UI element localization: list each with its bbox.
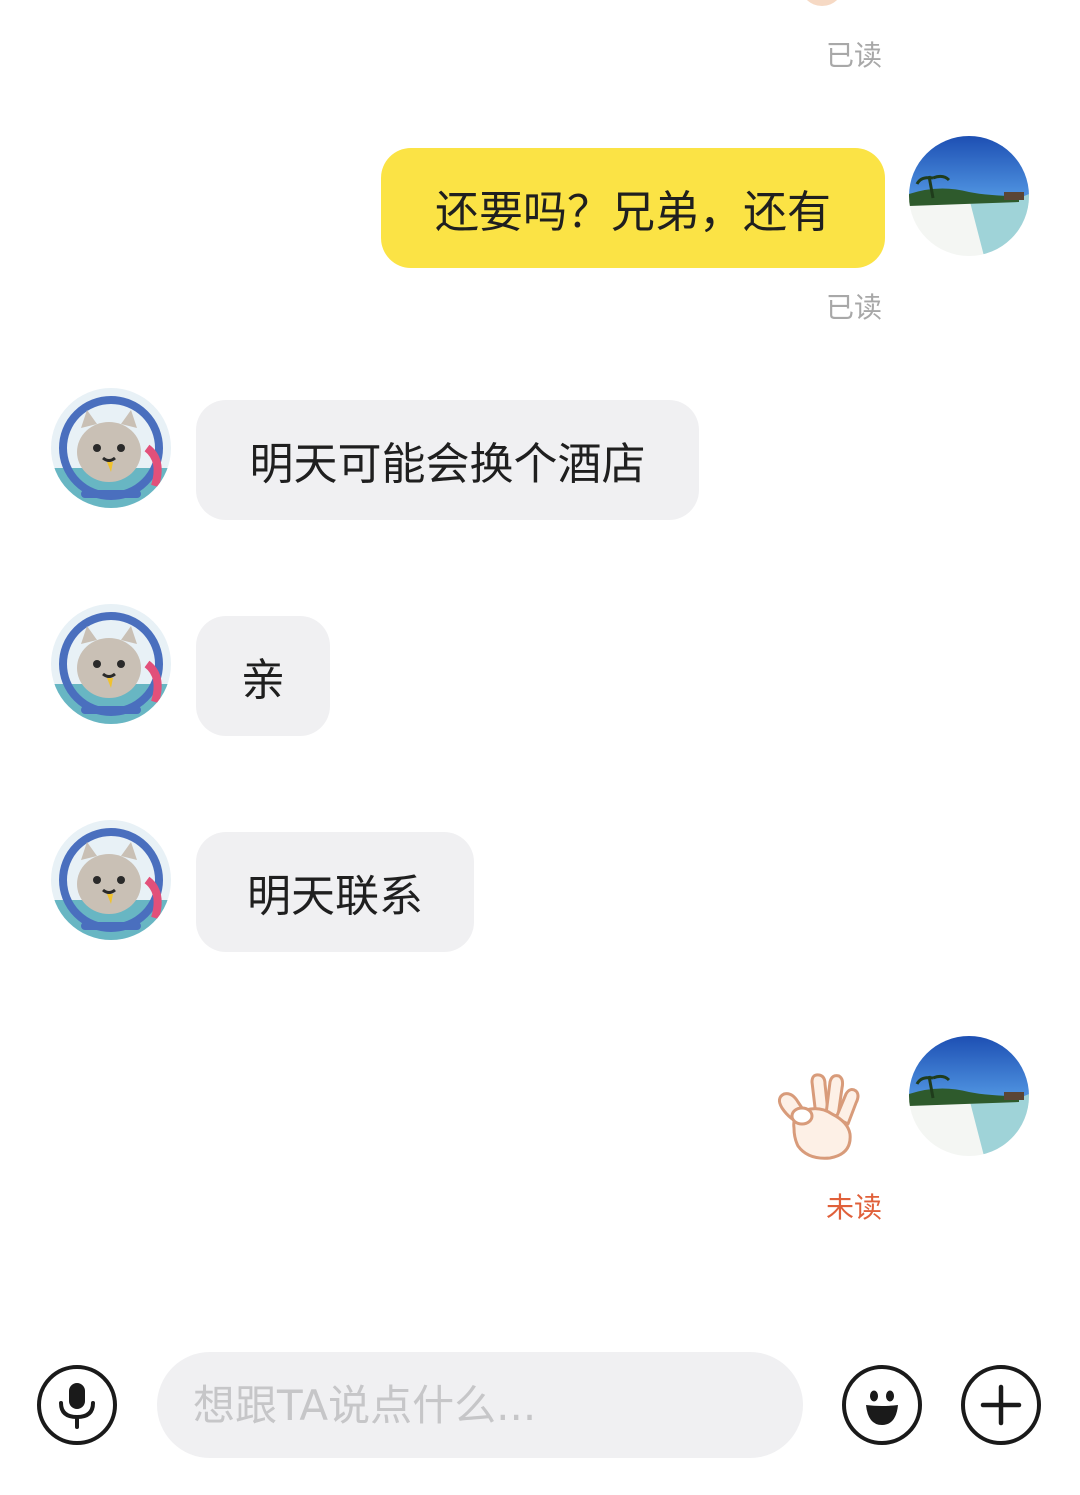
contact-avatar[interactable]: [51, 604, 171, 724]
read-status-label: 已读: [826, 291, 883, 324]
incoming-message-bubble[interactable]: 亲: [196, 616, 330, 736]
seal-astronaut-avatar-icon: [51, 388, 171, 508]
seal-astronaut-avatar-icon: [51, 820, 171, 940]
beach-avatar-icon: [909, 136, 1029, 256]
contact-avatar[interactable]: [51, 388, 171, 508]
beach-avatar-icon: [909, 1036, 1029, 1156]
contact-avatar[interactable]: [51, 820, 171, 940]
seal-astronaut-avatar-icon: [51, 604, 171, 724]
message-text: 还要吗？兄弟，还有: [435, 187, 831, 238]
outgoing-message-bubble[interactable]: 还要吗？兄弟，还有: [381, 148, 885, 268]
read-status-label: 已读: [826, 39, 883, 72]
my-avatar[interactable]: [909, 1036, 1029, 1156]
ok-hand-icon: [777, 1073, 860, 1160]
voice-button[interactable]: [37, 1365, 117, 1445]
incoming-message-bubble[interactable]: 明天联系: [196, 832, 474, 952]
message-text: 明天可能会换个酒店: [249, 439, 646, 490]
partial-emoji-remnant: [800, 0, 844, 6]
plus-button[interactable]: [961, 1365, 1041, 1445]
smiley-face-icon: [866, 1390, 898, 1425]
plus-icon: [980, 1384, 1022, 1426]
microphone-icon: [59, 1383, 95, 1429]
unread-status-label: 未读: [826, 1191, 883, 1224]
my-avatar[interactable]: [909, 136, 1029, 256]
emoji-button[interactable]: [842, 1365, 922, 1445]
message-text: 明天联系: [247, 871, 423, 922]
message-input[interactable]: [157, 1352, 803, 1458]
message-text: 亲: [241, 655, 285, 706]
ok-hand-emoji[interactable]: [772, 1070, 864, 1162]
incoming-message-bubble[interactable]: 明天可能会换个酒店: [196, 400, 699, 520]
